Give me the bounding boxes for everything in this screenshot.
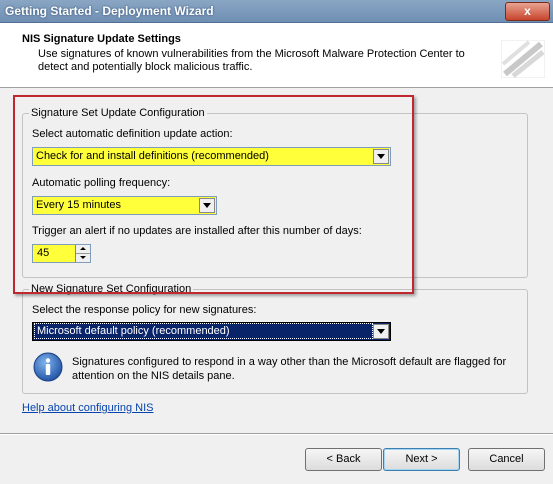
- spin-up-icon[interactable]: [76, 245, 90, 254]
- footer-divider: [0, 433, 553, 435]
- new-signature-legend: New Signature Set Configuration: [29, 283, 194, 295]
- alert-days-stepper[interactable]: 45: [32, 244, 91, 263]
- response-policy-value: Microsoft default policy (recommended): [34, 323, 373, 339]
- help-link[interactable]: Help about configuring NIS: [22, 402, 153, 414]
- update-action-dropdown[interactable]: Check for and install definitions (recom…: [32, 147, 391, 166]
- update-action-value: Check for and install definitions (recom…: [36, 150, 269, 162]
- signature-update-legend: Signature Set Update Configuration: [29, 107, 207, 119]
- alert-days-value: 45: [37, 247, 50, 259]
- polling-frequency-value: Every 15 minutes: [36, 199, 121, 211]
- polling-frequency-dropdown[interactable]: Every 15 minutes: [32, 196, 217, 215]
- chevron-down-icon[interactable]: [199, 198, 215, 213]
- page-description: Use signatures of known vulnerabilities …: [38, 48, 465, 73]
- back-button[interactable]: < Back: [305, 448, 382, 471]
- cancel-button[interactable]: Cancel: [468, 448, 545, 471]
- page-title: NIS Signature Update Settings: [22, 33, 181, 45]
- wizard-banner-icon: [501, 40, 545, 78]
- window-title: Getting Started - Deployment Wizard: [5, 4, 214, 18]
- update-action-label: Select automatic definition update actio…: [32, 128, 233, 140]
- info-message: Signatures configured to respond in a wa…: [72, 356, 507, 382]
- alert-days-label: Trigger an alert if no updates are insta…: [32, 225, 362, 237]
- polling-frequency-label: Automatic polling frequency:: [32, 177, 171, 189]
- chevron-down-icon[interactable]: [373, 149, 389, 164]
- close-button[interactable]: x: [505, 2, 550, 21]
- wizard-header: NIS Signature Update Settings Use signat…: [0, 23, 553, 88]
- next-button[interactable]: Next >: [383, 448, 460, 471]
- spin-down-icon[interactable]: [76, 254, 90, 262]
- chevron-down-icon[interactable]: [373, 324, 389, 339]
- title-bar: Getting Started - Deployment Wizard x: [0, 0, 553, 23]
- response-policy-label: Select the response policy for new signa…: [32, 304, 257, 316]
- info-icon: [33, 352, 63, 382]
- response-policy-dropdown[interactable]: Microsoft default policy (recommended): [32, 322, 391, 341]
